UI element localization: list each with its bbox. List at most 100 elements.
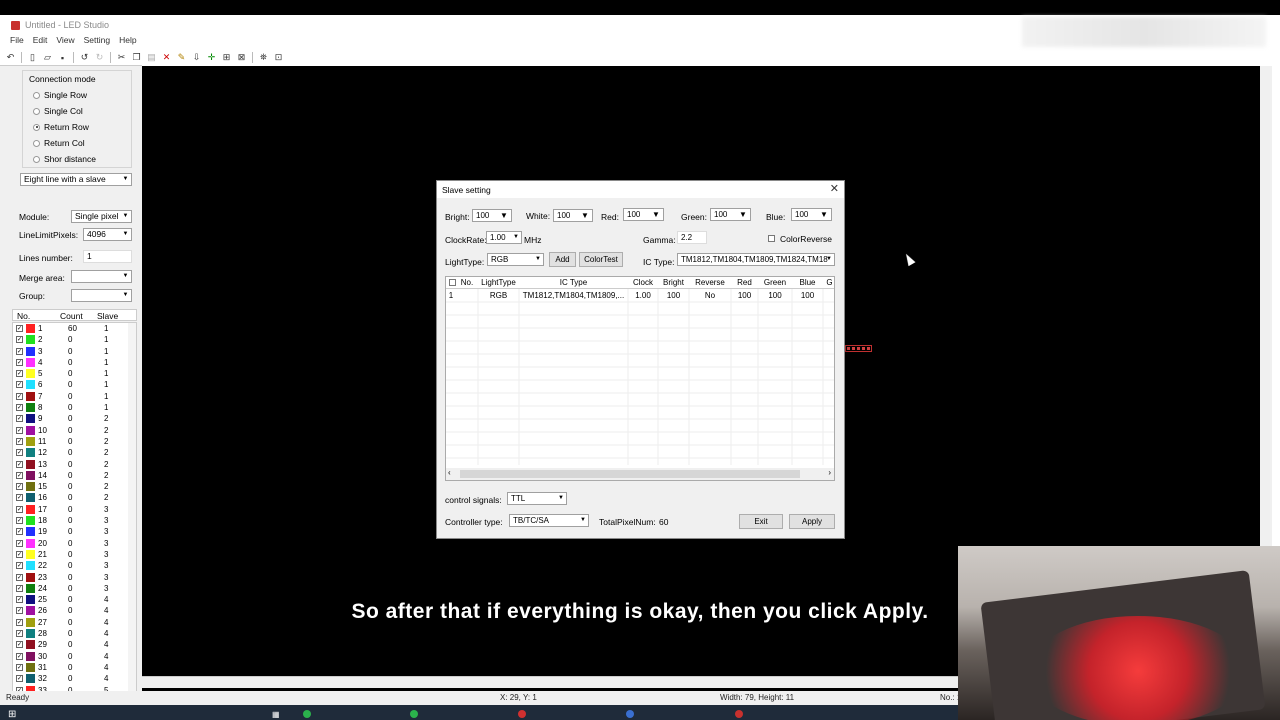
list-item[interactable]: ✓ 1 60 1 (13, 323, 136, 334)
row-checkbox[interactable]: ✓ (16, 336, 23, 344)
list-item[interactable]: ✓ 4 0 1 (13, 357, 136, 368)
find-icon[interactable]: ⛯ (257, 51, 270, 64)
open-icon[interactable]: ▱ (41, 51, 54, 64)
row-checkbox[interactable]: ✓ (16, 663, 23, 671)
taskview-icon[interactable]: ▦ (272, 708, 280, 720)
row-checkbox[interactable]: ✓ (16, 562, 23, 570)
apply-button[interactable]: Apply (789, 514, 835, 529)
grid-col-bright[interactable]: Bright (658, 278, 689, 287)
taskbar-app-icon[interactable] (626, 708, 634, 720)
add-button[interactable]: Add (549, 252, 576, 267)
list-item[interactable]: ✓ 16 0 2 (13, 492, 136, 503)
row-checkbox[interactable]: ✓ (16, 584, 23, 592)
grid-col-ictype[interactable]: IC Type (519, 278, 628, 287)
control-signals-select[interactable]: TTL ▼ (507, 492, 567, 505)
list-item[interactable]: ✓ 11 0 2 (13, 436, 136, 447)
list-item[interactable]: ✓ 29 0 4 (13, 639, 136, 650)
list-item[interactable]: ✓ 30 0 4 (13, 651, 136, 662)
list-item[interactable]: ✓ 6 0 1 (13, 379, 136, 390)
clockrate-select[interactable]: 1.00 ▼ (486, 231, 522, 244)
connect-icon[interactable]: ⊠ (235, 51, 248, 64)
list-item[interactable]: ✓ 32 0 4 (13, 673, 136, 684)
row-checkbox[interactable]: ✓ (16, 528, 23, 536)
canvas-horizontal-scrollbar[interactable] (142, 676, 958, 688)
row-checkbox[interactable]: ✓ (16, 483, 23, 491)
row-checkbox[interactable]: ✓ (16, 550, 23, 558)
list-item[interactable]: ✓ 28 0 4 (13, 628, 136, 639)
row-checkbox[interactable]: ✓ (16, 517, 23, 525)
undo-icon[interactable]: ↺ (78, 51, 91, 64)
list-item[interactable]: ✓ 5 0 1 (13, 368, 136, 379)
color-test-button[interactable]: ColorTest (579, 252, 623, 267)
lighttype-select[interactable]: RGB ▼ (487, 253, 544, 266)
row-checkbox[interactable]: ✓ (16, 415, 23, 423)
move-icon[interactable]: ⇩ (190, 51, 203, 64)
merge-select[interactable]: ▼ (71, 270, 132, 283)
led-strip-preview[interactable] (845, 345, 872, 352)
delete-icon[interactable]: ✕ (160, 51, 173, 64)
crosshair-icon[interactable]: ✛ (205, 51, 218, 64)
menu-setting[interactable]: Setting (84, 35, 110, 49)
zoom-icon[interactable]: ⊡ (272, 51, 285, 64)
radio-short-distance[interactable]: Shor distance (33, 154, 96, 164)
controller-type-select[interactable]: TB/TC/SA ▼ (509, 514, 589, 527)
radio-return-col[interactable]: Return Col (33, 138, 85, 148)
row-checkbox[interactable]: ✓ (16, 404, 23, 412)
new-icon[interactable]: ▯ (26, 51, 39, 64)
radio-single-row[interactable]: Single Row (33, 90, 87, 100)
list-item[interactable]: ✓ 22 0 3 (13, 560, 136, 571)
row-checkbox[interactable]: ✓ (16, 494, 23, 502)
row-checkbox[interactable]: ✓ (16, 460, 23, 468)
list-item[interactable]: ✓ 3 0 1 (13, 346, 136, 357)
row-checkbox[interactable]: ✓ (16, 449, 23, 457)
menu-help[interactable]: Help (119, 35, 136, 49)
list-item[interactable]: ✓ 21 0 3 (13, 549, 136, 560)
close-icon[interactable]: ✕ (830, 182, 839, 195)
chevron-right-icon[interactable]: › (828, 468, 831, 477)
row-checkbox[interactable]: ✓ (16, 325, 23, 332)
list-item[interactable]: ✓ 7 0 1 (13, 391, 136, 402)
taskbar-app-icon[interactable] (735, 708, 743, 720)
row-checkbox[interactable]: ✓ (16, 370, 23, 378)
list-item[interactable]: ✓ 20 0 3 (13, 538, 136, 549)
slave-mode-select[interactable]: Eight line with a slave ▼ (20, 173, 132, 186)
row-checkbox[interactable]: ✓ (16, 347, 23, 355)
list-item[interactable]: ✓ 14 0 2 (13, 470, 136, 481)
color-reverse-checkbox[interactable] (768, 235, 775, 242)
select-all-checkbox[interactable] (449, 279, 456, 286)
menu-edit[interactable]: Edit (33, 35, 48, 49)
save-icon[interactable]: ▪ (56, 51, 69, 64)
row-checkbox[interactable]: ✓ (16, 426, 23, 434)
list-item[interactable]: ✓ 12 0 2 (13, 447, 136, 458)
list-item[interactable]: ✓ 13 0 2 (13, 459, 136, 470)
col-count[interactable]: Count (60, 311, 83, 321)
list-item[interactable]: ✓ 17 0 3 (13, 504, 136, 515)
green-select[interactable]: 100 ▼ (710, 208, 751, 221)
menu-view[interactable]: View (56, 35, 74, 49)
chevron-left-icon[interactable]: ‹ (448, 468, 451, 477)
list-item[interactable]: ✓ 31 0 4 (13, 662, 136, 673)
taskbar-app-icon[interactable] (410, 708, 418, 720)
list-item[interactable]: ✓ 9 0 2 (13, 413, 136, 424)
row-checkbox[interactable]: ✓ (16, 539, 23, 547)
grid-col-red[interactable]: Red (731, 278, 758, 287)
grid-col-reverse[interactable]: Reverse (689, 278, 731, 287)
radio-single-col[interactable]: Single Col (33, 106, 83, 116)
taskbar-app-icon[interactable] (303, 708, 311, 720)
list-item[interactable]: ✓ 8 0 1 (13, 402, 136, 413)
list-item[interactable]: ✓ 24 0 3 (13, 583, 136, 594)
row-checkbox[interactable]: ✓ (16, 392, 23, 400)
list-item[interactable]: ✓ 23 0 3 (13, 572, 136, 583)
grid-col-lighttype[interactable]: LightType (478, 278, 519, 287)
list-item[interactable]: ✓ 19 0 3 (13, 526, 136, 537)
paste-icon[interactable]: ▤ (145, 51, 158, 64)
grid-horizontal-scrollbar[interactable]: ‹ › (446, 468, 834, 480)
ictype-select[interactable]: TM1812,TM1804,TM1809,TM1824,TM18 ▼ (677, 253, 835, 266)
row-checkbox[interactable]: ✓ (16, 573, 23, 581)
exit-button[interactable]: Exit (739, 514, 783, 529)
grid-row[interactable]: 1 RGB TM1812,TM1804,TM1809,... 1.00 100 … (446, 290, 834, 302)
limit-select[interactable]: 4096 ▼ (83, 228, 132, 241)
list-item[interactable]: ✓ 10 0 2 (13, 425, 136, 436)
red-select[interactable]: 100 ▼ (623, 208, 664, 221)
list-item[interactable]: ✓ 15 0 2 (13, 481, 136, 492)
